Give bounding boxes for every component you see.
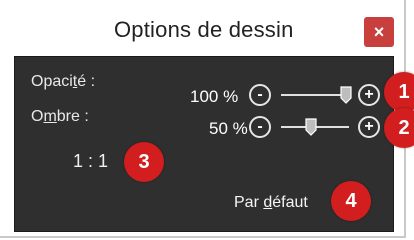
title-bar: Options de dessin × (0, 0, 404, 56)
opacity-value: 100 % (190, 87, 239, 106)
minus-icon: - (257, 118, 263, 135)
default-button[interactable]: Par défaut (234, 194, 308, 212)
opacity-slider-thumb[interactable] (340, 86, 352, 104)
callout-badge-4: 4 (331, 181, 371, 221)
opacity-minus-button[interactable]: - (249, 84, 271, 106)
shadow-value: 50 % (209, 119, 248, 138)
opacity-plus-button[interactable]: + (358, 84, 380, 106)
shadow-label: Ombre : (31, 108, 89, 125)
callout-badge-3: 3 (124, 142, 164, 182)
close-icon: × (373, 21, 385, 42)
dialog-window: Options de dessin × Opacité : 100 % - + … (0, 0, 414, 238)
shadow-minus-button[interactable]: - (249, 116, 271, 138)
plus-icon: + (364, 118, 374, 135)
opacity-slider-track[interactable] (281, 94, 349, 96)
minus-icon: - (257, 86, 263, 103)
shadow-plus-button[interactable]: + (358, 116, 380, 138)
close-button[interactable]: × (364, 17, 394, 47)
plus-icon: + (364, 86, 374, 103)
opacity-label: Opacité : (31, 73, 96, 90)
shadow-slider-thumb[interactable] (305, 118, 317, 136)
dialog-title: Options de dessin (114, 17, 294, 42)
ratio-text: 1 : 1 (73, 151, 109, 171)
